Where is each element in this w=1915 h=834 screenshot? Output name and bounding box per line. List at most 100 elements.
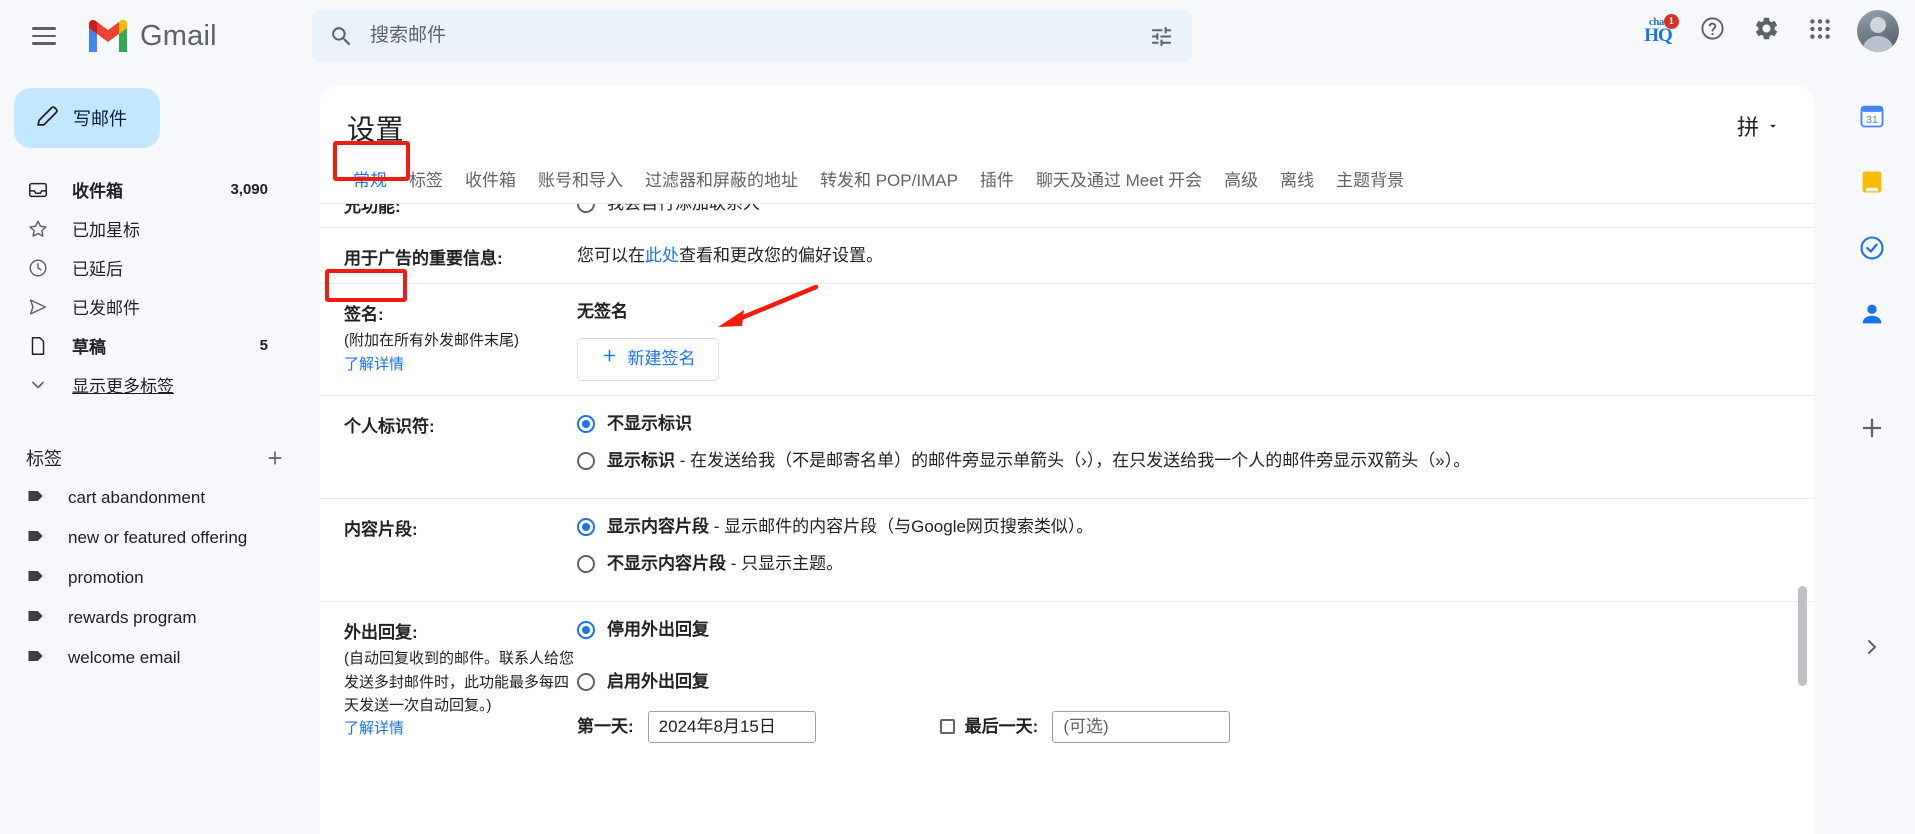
tab-filters-blocked[interactable]: 过滤器和屏蔽的地址 <box>634 166 809 203</box>
last-day-checkbox[interactable] <box>939 719 955 735</box>
signature-sub: (附加在所有外发邮件末尾) <box>344 332 519 350</box>
radio-no-indicators[interactable] <box>577 414 595 433</box>
label-item-promotion[interactable]: promotion <box>0 558 294 598</box>
chat-hq-button[interactable]: chat HQ 1 <box>1633 6 1683 56</box>
sidebar-item-sent[interactable]: 已发邮件 <box>0 287 294 326</box>
vacation-date-row: 第一天: 2024年8月15日 最后一天: (可选) <box>577 710 1784 743</box>
help-icon <box>1699 15 1726 47</box>
expand-panel-button[interactable] <box>1860 635 1884 666</box>
label-item-label: new or featured offering <box>68 528 248 547</box>
sidebar: 写邮件 收件箱 3,090 已加星标 已延后 已发邮件 草稿 5 显示更多标签 … <box>0 72 312 834</box>
row-snippets: 内容片段: 显示内容片段 - 显示邮件的内容片段（与Google网页搜索类似）。… <box>320 499 1814 603</box>
row-body: 显示内容片段 - 显示邮件的内容片段（与Google网页搜索类似）。 不显示内容… <box>577 513 1784 587</box>
tab-forwarding-pop-imap[interactable]: 转发和 POP/IMAP <box>809 166 969 203</box>
tune-icon[interactable] <box>1144 19 1178 53</box>
apps-grid-icon <box>1807 16 1833 47</box>
hamburger-icon[interactable] <box>20 12 68 60</box>
tab-themes[interactable]: 主题背景 <box>1325 166 1415 203</box>
sidebar-item-label: 收件箱 <box>72 182 123 201</box>
row-personal-indicator: 个人标识符: 不显示标识 显示标识 - 在发送给我（不是邮寄名单）的邮件旁显示单… <box>320 396 1814 499</box>
avatar[interactable] <box>1857 10 1899 52</box>
tab-accounts-import[interactable]: 账号和导入 <box>527 166 634 203</box>
tab-advanced[interactable]: 高级 <box>1213 166 1269 203</box>
row-label: 允功能: <box>344 204 401 216</box>
option-label-no-indicators: 不显示标识 <box>607 413 692 433</box>
contacts-icon[interactable] <box>1850 292 1894 336</box>
star-icon <box>26 217 50 241</box>
signature-status: 无签名 <box>577 302 628 322</box>
radio-show-indicators[interactable] <box>577 451 595 470</box>
ads-here-link[interactable]: 此处 <box>645 246 679 265</box>
option-rest-text: - 只显示主题。 <box>726 554 844 574</box>
row-label: 签名: (附加在所有外发邮件末尾) 了解详情 <box>344 298 577 380</box>
tab-addons[interactable]: 插件 <box>969 166 1025 203</box>
radio-vacation-off[interactable] <box>577 621 595 640</box>
search-bar[interactable] <box>312 10 1192 62</box>
tab-inbox[interactable]: 收件箱 <box>454 166 527 203</box>
radio-vacation-on[interactable] <box>577 672 595 691</box>
label-item-welcome-email[interactable]: welcome email <box>0 638 294 678</box>
vacation-learn-more-link[interactable]: 了解详情 <box>344 717 577 738</box>
calendar-icon[interactable]: 31 <box>1850 94 1894 138</box>
label-item-new-or-featured-offering[interactable]: new or featured offering <box>0 518 294 558</box>
first-day-input[interactable]: 2024年8月15日 <box>647 710 816 743</box>
row-body: 您可以在此处查看和更改您的偏好设置。 <box>577 242 1784 269</box>
last-day-input[interactable]: (可选) <box>1052 710 1231 743</box>
input-tool-label: 拼 <box>1736 115 1759 140</box>
input-tool-selector[interactable]: 拼 <box>1737 110 1780 142</box>
apps-button[interactable] <box>1795 6 1845 56</box>
settings-button[interactable] <box>1741 6 1791 56</box>
row-label: 外出回复: (自动回复收到的邮件。联系人给您发送多封邮件时，此功能最多每四天发送… <box>344 616 577 742</box>
compose-button[interactable]: 写邮件 <box>14 88 160 148</box>
tasks-icon[interactable] <box>1850 226 1894 270</box>
content-scrollbar[interactable] <box>1796 281 1808 834</box>
signature-label: 签名: <box>344 305 384 325</box>
add-side-app-button[interactable] <box>1858 414 1886 448</box>
label-item-rewards-program[interactable]: rewards program <box>0 598 294 638</box>
sidebar-item-starred[interactable]: 已加星标 <box>0 209 294 248</box>
tab-general[interactable]: 常规 <box>342 166 398 203</box>
vacation-label: 外出回复: <box>344 623 418 643</box>
svg-text:31: 31 <box>1866 114 1878 126</box>
radio-no-snippets[interactable] <box>577 555 595 574</box>
help-button[interactable] <box>1687 6 1737 56</box>
last-day-group: 最后一天: <box>939 713 1038 740</box>
pencil-icon <box>35 103 60 133</box>
gmail-logo-icon <box>86 19 130 53</box>
chat-hq-line2: HQ <box>1644 25 1673 47</box>
row-body: 不显示标识 显示标识 - 在发送给我（不是邮寄名单）的邮件旁显示单箭头（›），在… <box>577 410 1784 484</box>
tab-offline[interactable]: 离线 <box>1269 166 1325 203</box>
top-right-actions: chat HQ 1 <box>1633 6 1899 56</box>
sidebar-item-label: 已发邮件 <box>72 299 140 318</box>
sidebar-item-drafts[interactable]: 草稿 5 <box>0 326 294 365</box>
sidebar-item-snoozed[interactable]: 已延后 <box>0 248 294 287</box>
row-ads-info: 用于广告的重要信息: 您可以在此处查看和更改您的偏好设置。 <box>320 228 1814 285</box>
signature-learn-more-link[interactable]: 了解详情 <box>344 353 577 374</box>
radio-add-contacts-manually[interactable] <box>577 204 595 213</box>
option-label-show-indicators: 显示标识 - 在发送给我（不是邮寄名单）的邮件旁显示单箭头（›），在只发送给我一… <box>607 447 1470 474</box>
radio-show-snippets[interactable] <box>577 517 595 536</box>
sidebar-item-inbox[interactable]: 收件箱 3,090 <box>0 170 294 209</box>
plus-icon <box>601 345 618 372</box>
keep-icon[interactable] <box>1850 160 1894 204</box>
tab-labels[interactable]: 标签 <box>398 166 454 203</box>
new-signature-label: 新建签名 <box>627 349 696 369</box>
gmail-brand[interactable]: Gmail <box>86 19 217 53</box>
label-item-cart-abandonment[interactable]: cart abandonment <box>0 478 294 518</box>
sidebar-nav: 收件箱 3,090 已加星标 已延后 已发邮件 草稿 5 显示更多标签 <box>0 170 312 404</box>
right-side-panel: 31 <box>1829 72 1915 834</box>
row-signature: 签名: (附加在所有外发邮件末尾) 了解详情 无签名 新建签名 <box>320 284 1814 396</box>
settings-panel: 设置 拼 常规 标签 收件箱 账号和导入 过滤器和屏蔽的地址 转发和 POP/I… <box>320 86 1814 834</box>
vacation-sub: (自动回复收到的邮件。联系人给您发送多封邮件时，此功能最多每四天发送一次自动回复… <box>344 650 574 714</box>
clock-icon <box>26 256 50 280</box>
search-input[interactable] <box>356 24 1144 48</box>
draft-icon <box>26 334 50 358</box>
add-label-button[interactable] <box>260 443 290 473</box>
tab-chat-meet[interactable]: 聊天及通过 Meet 开会 <box>1025 166 1213 203</box>
option-rest-text: - 在发送给我（不是邮寄名单）的邮件旁显示单箭头（›），在只发送给我一个人的邮件… <box>675 450 1471 470</box>
new-signature-button[interactable]: 新建签名 <box>577 337 719 381</box>
sidebar-item-show-more[interactable]: 显示更多标签 <box>0 365 294 404</box>
scrollbar-thumb[interactable] <box>1798 586 1807 686</box>
gear-icon <box>1753 15 1780 47</box>
label-item-label: cart abandonment <box>68 488 206 507</box>
